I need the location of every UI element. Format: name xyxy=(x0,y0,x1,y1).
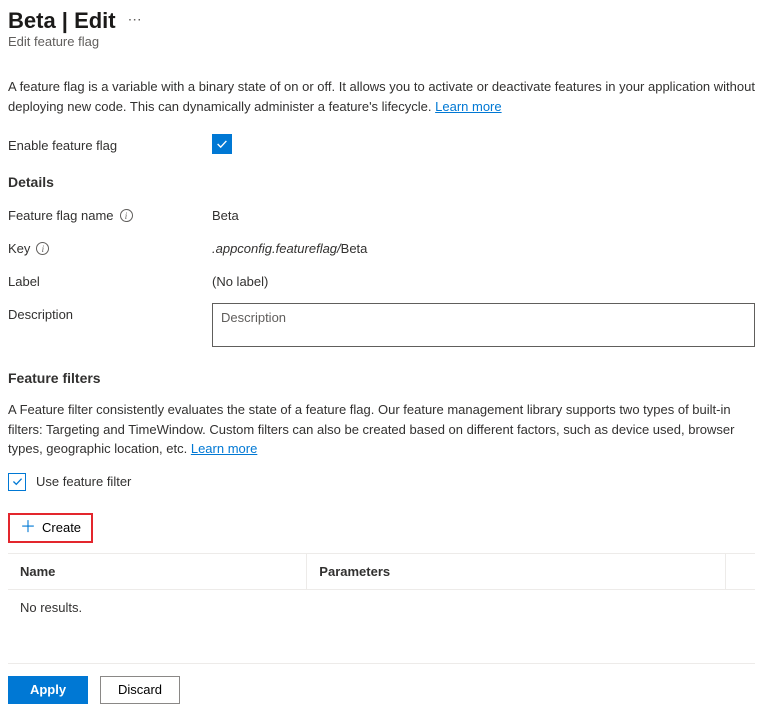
enable-flag-checkbox[interactable] xyxy=(212,134,232,154)
enable-flag-row: Enable feature flag xyxy=(8,134,755,154)
label-label: Label xyxy=(8,270,212,289)
intro-body: A feature flag is a variable with a bina… xyxy=(8,79,755,114)
label-value: (No label) xyxy=(212,270,755,289)
footer-bar: Apply Discard xyxy=(8,663,755,704)
plus-icon: ＋ xyxy=(20,520,36,536)
intro-text: A feature flag is a variable with a bina… xyxy=(8,77,755,116)
description-row: Description xyxy=(8,303,755,350)
more-icon[interactable]: ⋯ xyxy=(128,11,143,28)
key-prefix: .appconfig.featureflag/ xyxy=(212,241,341,256)
create-label: Create xyxy=(42,520,81,535)
page-title: Beta | Edit xyxy=(8,8,116,34)
filters-body: A Feature filter consistently evaluates … xyxy=(8,402,734,456)
checkmark-icon xyxy=(215,137,229,151)
filters-heading: Feature filters xyxy=(8,370,755,386)
key-value: .appconfig.featureflag/Beta xyxy=(212,237,755,256)
checkmark-icon xyxy=(11,475,24,488)
key-row: Key i .appconfig.featureflag/Beta xyxy=(8,237,755,256)
key-label: Key xyxy=(8,241,30,256)
create-filter-button[interactable]: ＋ Create xyxy=(8,513,93,543)
use-filter-checkbox[interactable] xyxy=(8,473,26,491)
description-input[interactable] xyxy=(212,303,755,347)
table-row: No results. xyxy=(8,589,755,625)
info-icon[interactable]: i xyxy=(120,209,133,222)
intro-learn-more-link[interactable]: Learn more xyxy=(435,99,501,114)
enable-flag-label: Enable feature flag xyxy=(8,134,212,153)
use-filter-row: Use feature filter xyxy=(8,473,755,491)
details-heading: Details xyxy=(8,174,755,190)
label-row: Label (No label) xyxy=(8,270,755,289)
name-label: Feature flag name xyxy=(8,208,114,223)
use-filter-label: Use feature filter xyxy=(36,474,131,489)
apply-button[interactable]: Apply xyxy=(8,676,88,704)
col-params-header[interactable]: Parameters xyxy=(307,553,725,589)
no-results-cell: No results. xyxy=(8,589,755,625)
col-actions-header xyxy=(725,553,755,589)
filters-text: A Feature filter consistently evaluates … xyxy=(8,400,755,459)
filters-table: Name Parameters No results. xyxy=(8,553,755,625)
key-name: Beta xyxy=(341,241,368,256)
info-icon[interactable]: i xyxy=(36,242,49,255)
col-name-header[interactable]: Name xyxy=(8,553,307,589)
name-value: Beta xyxy=(212,204,755,223)
discard-button[interactable]: Discard xyxy=(100,676,180,704)
page-subtitle: Edit feature flag xyxy=(8,34,755,49)
description-label: Description xyxy=(8,303,212,322)
name-row: Feature flag name i Beta xyxy=(8,204,755,223)
page-header: Beta | Edit ⋯ Edit feature flag xyxy=(8,8,755,49)
filters-learn-more-link[interactable]: Learn more xyxy=(191,441,257,456)
